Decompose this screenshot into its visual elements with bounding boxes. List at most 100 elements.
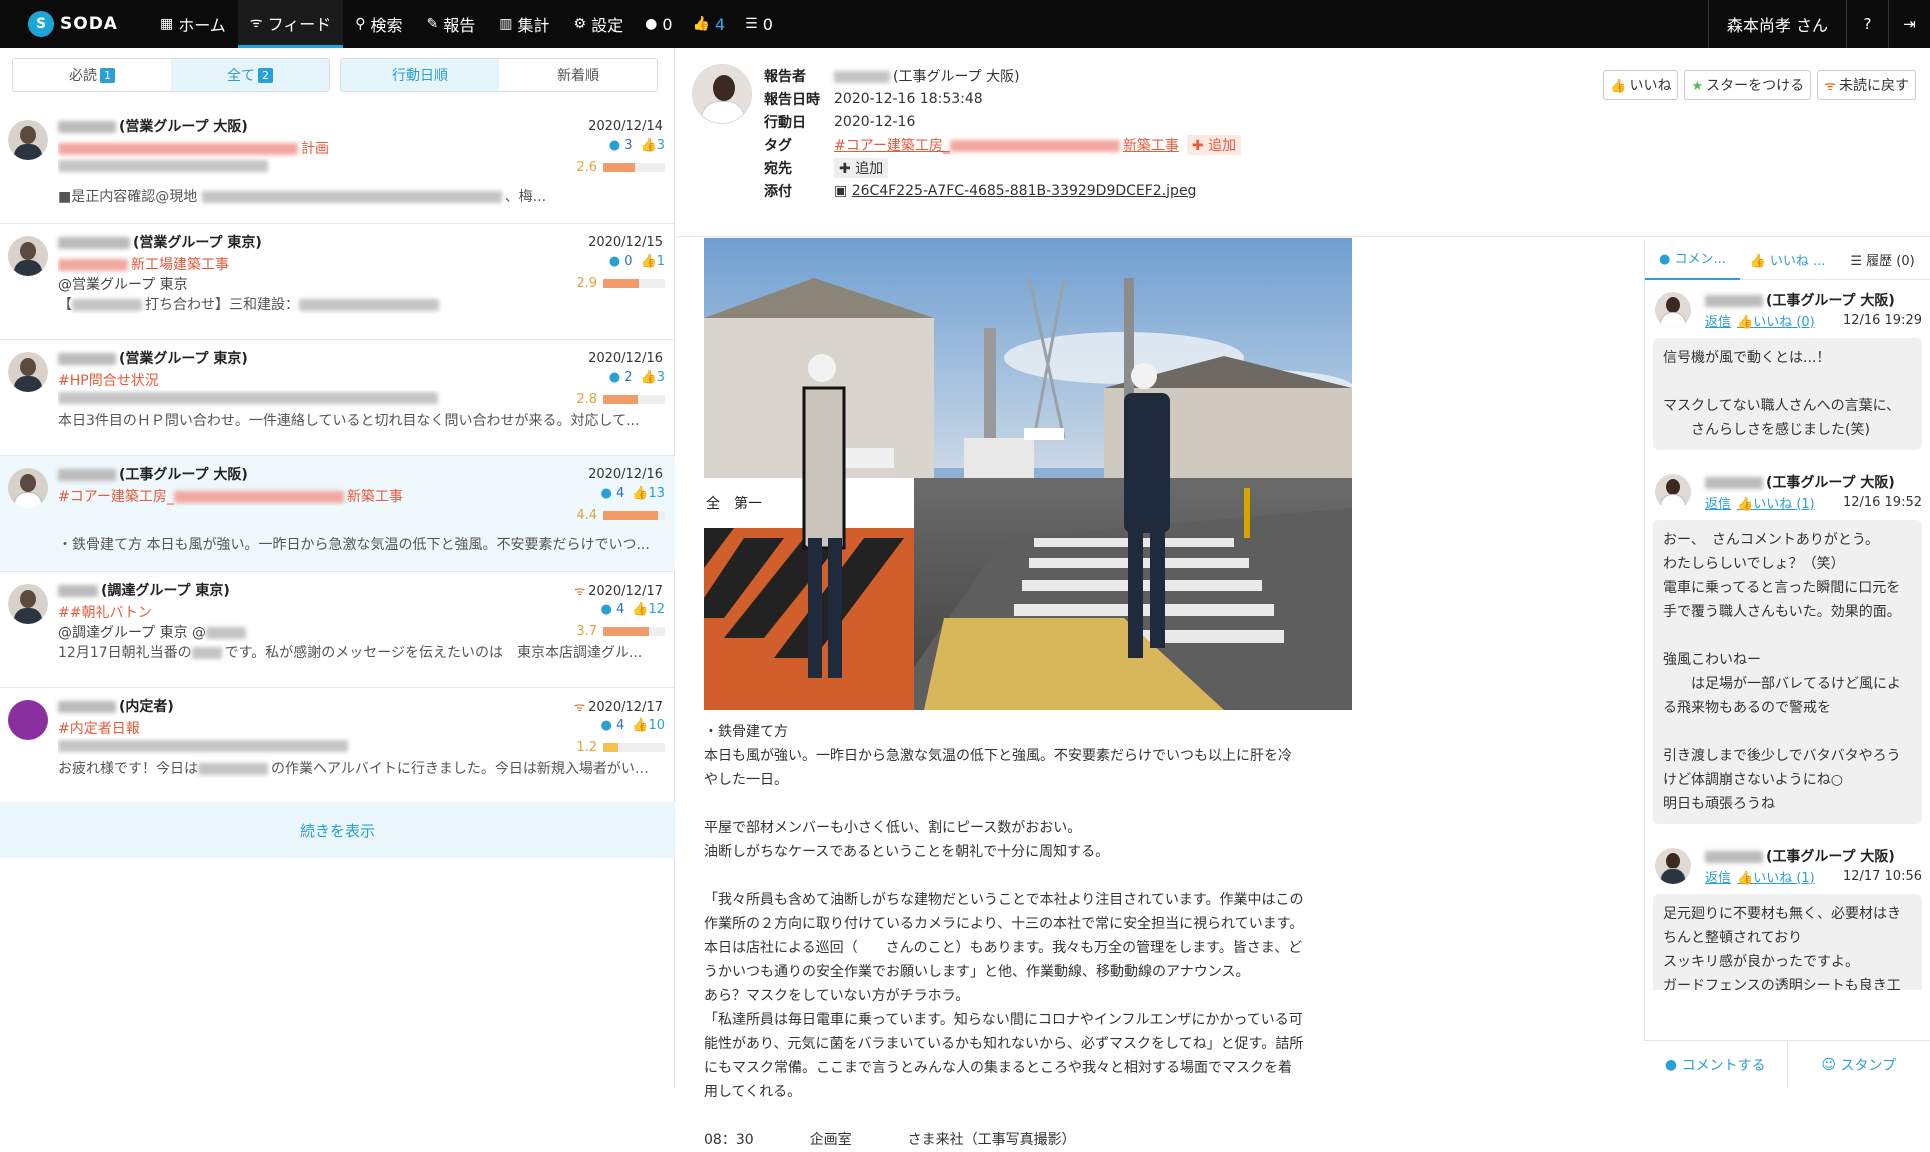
nav-feed[interactable]: ᯤフィード	[238, 0, 343, 48]
feed-item-stats: ● 2👍3	[609, 370, 665, 385]
sort-group: 行動日順 新着順	[340, 58, 658, 92]
tag-link[interactable]: #コアー建築工房_新築工事✚ 追加	[834, 135, 1241, 155]
nav-settings-label: 設定	[591, 12, 623, 36]
feed-item-tag[interactable]: #内定者日報	[58, 718, 663, 738]
star-button[interactable]: ★スターをつける	[1684, 70, 1811, 100]
comment-author: (工事グループ 大阪)	[1705, 472, 1922, 492]
report-photo[interactable]: 全 第一	[704, 238, 1352, 710]
feed-item-tag[interactable]: #HP問合せ状況	[58, 370, 663, 390]
feed-item-recipients	[58, 158, 663, 178]
feed-item-date: ᯤ2020/12/17	[574, 582, 663, 599]
feed-item-stats: ● 3👍3	[609, 138, 665, 153]
read-filter-group: 必読1 全て2	[12, 58, 330, 92]
report-meta: 報告者(工事グループ 大阪) 報告日時2020-12-16 18:53:48 行…	[764, 64, 1241, 202]
user-name[interactable]: 森本尚孝 さん	[1708, 0, 1846, 48]
nav-stats[interactable]: ▥ 集計	[487, 0, 561, 48]
feed-item[interactable]: (営業グループ 東京)2020/12/15 新工場建築工事 ● 0👍1 @営業グ…	[0, 224, 675, 340]
feed-item-selected[interactable]: (工事グループ 大阪)2020/12/16 #コアー建築工房_新築工事 ● 4👍…	[0, 456, 675, 572]
nav-home-label: ホーム	[178, 12, 226, 36]
nav-comments-count[interactable]: ●0	[635, 0, 682, 48]
comment-text: 足元廻りに不要材も無く、必要材はき ちんと整頓されており スッキリ感が良かったで…	[1653, 894, 1922, 990]
load-more-button[interactable]: 続きを表示	[0, 802, 675, 858]
comment-item: (工事グループ 大阪) 返信👍いいね (1)12/17 10:56 足元廻りに不…	[1645, 824, 1930, 990]
feed-item[interactable]: (内定者)ᯤ2020/12/17 #内定者日報 ● 4👍10 1.2 お疲れ様で…	[0, 688, 675, 804]
nav-list-count[interactable]: ☰0	[735, 0, 783, 48]
feed-item[interactable]: (調達グループ 東京)ᯤ2020/12/17 ##朝礼バトン ● 4👍12 @調…	[0, 572, 675, 688]
avatar	[8, 468, 48, 508]
sort-action-date[interactable]: 行動日順	[341, 59, 499, 91]
comments-panel: ● コメン... 👍 いいね ... ☰ 履歴 (0) (工事グループ 大阪) …	[1644, 240, 1930, 1088]
mark-unread-button[interactable]: ᯤ未読に戻す	[1817, 70, 1916, 100]
feed-item[interactable]: (営業グループ 大阪)2020/12/14 計画 ● 3👍3 2.6 ■是正内容…	[0, 108, 675, 224]
like-button[interactable]: 👍いいね	[1603, 70, 1678, 100]
feed-item-stats: ● 0👍1	[609, 254, 665, 269]
feed-item-tag[interactable]: 新工場建築工事	[58, 254, 663, 274]
comment-like-link[interactable]: 👍いいね (1)	[1737, 871, 1815, 886]
avatar	[1655, 848, 1691, 884]
avatar	[1655, 292, 1691, 328]
feed-item-score: 3.7	[576, 624, 665, 639]
feed-item-author: (営業グループ 東京)	[58, 348, 248, 368]
filter-must-read[interactable]: 必読1	[13, 59, 171, 91]
filter-all[interactable]: 全て2	[171, 59, 329, 91]
nav-report[interactable]: ✎報告	[415, 0, 488, 48]
nav-search[interactable]: ⚲検索	[343, 0, 414, 48]
bar-chart-icon: ▥	[499, 16, 512, 32]
nav-likes-count[interactable]: 👍4	[683, 0, 736, 48]
pencil-icon: ✎	[427, 16, 439, 32]
comments-count: 0	[662, 15, 672, 34]
thumbs-up-icon: 👍	[1737, 497, 1753, 512]
nav-stats-label: 集計	[518, 12, 550, 36]
help-icon[interactable]: ?	[1846, 0, 1888, 48]
tab-likes[interactable]: 👍 いいね ...	[1740, 250, 1835, 269]
feed-item-tag[interactable]: #コアー建築工房_新築工事	[58, 486, 663, 506]
sort-newest[interactable]: 新着順	[499, 59, 657, 91]
top-navigation-bar: S SODA ▦ホーム ᯤフィード ⚲検索 ✎報告 ▥集計 ⚙設定 ●0 👍4 …	[0, 0, 1930, 48]
comment-text: おー、 さんコメントありがとう。 わたしらしいでしょ？（笑） 電車に乗ってると言…	[1653, 520, 1922, 824]
add-tag-button[interactable]: ✚ 追加	[1187, 135, 1241, 155]
smile-icon: ☺	[1821, 1057, 1836, 1073]
comment-icon: ●	[1665, 1057, 1677, 1073]
body-line: 「我々所員も含めて油断しがちな建物だということで本社より注目されています。作業中…	[704, 888, 1304, 984]
tab-comments[interactable]: ● コメン...	[1645, 240, 1740, 280]
feed-item-date: 2020/12/16	[588, 351, 663, 366]
app-logo[interactable]: S SODA	[0, 0, 148, 48]
feed-item-summary: 本日3件目のＨＰ問い合わせ。一件連絡していると切れ目なく問い合わせが来る。対応し…	[58, 410, 658, 430]
add-recipient-button[interactable]: ✚ 追加	[834, 158, 888, 178]
attachment-link[interactable]: ▣ 26C4F225-A7FC-4685-881B-33929D9DCEF2.j…	[834, 183, 1196, 199]
report-actions: 👍いいね ★スターをつける ᯤ未読に戻す	[1603, 70, 1916, 100]
comment-text: 信号機が風で動くとは...！ マスクしてない職人さんへの言葉に、 さんらしさを感…	[1653, 338, 1922, 450]
feed-item-tag[interactable]: 計画	[58, 138, 663, 158]
reply-link[interactable]: 返信	[1705, 315, 1731, 330]
body-line: 「私達所員は毎日電車に乗っています。知らない間にコロナやインフルエンザにかかって…	[704, 1008, 1304, 1104]
body-line: 平屋で部材メンバーも小さく低い、割にピース数がおおい。	[704, 816, 1304, 840]
body-line: 本日も風が強い。一昨日から急激な気温の低下と強風。不安要素だらけでいつも以上に肝…	[704, 744, 1304, 792]
nav-settings[interactable]: ⚙設定	[562, 0, 636, 48]
feed-item-tag[interactable]: ##朝礼バトン	[58, 602, 663, 622]
feed-item[interactable]: (営業グループ 東京)2020/12/16 #HP問合せ状況 ● 2👍3 2.8…	[0, 340, 675, 456]
comment-item: (工事グループ 大阪) 返信👍いいね (0)12/16 19:29 信号機が風で…	[1645, 280, 1930, 450]
thumbs-up-icon: 👍	[693, 16, 710, 32]
reply-link[interactable]: 返信	[1705, 871, 1731, 886]
action-date-value: 2020-12-16	[834, 114, 915, 130]
comment-icon: ●	[609, 254, 620, 269]
comment-icon: ●	[1659, 252, 1670, 267]
all-badge: 2	[258, 68, 273, 83]
reply-link[interactable]: 返信	[1705, 497, 1731, 512]
comment-time: 12/17 10:56	[1843, 869, 1922, 884]
tab-history[interactable]: ☰ 履歴 (0)	[1835, 250, 1930, 269]
feed-item-summary: ■是正内容確認@現地 、梅...	[58, 186, 658, 206]
thumbs-up-icon: 👍	[1737, 871, 1753, 886]
logout-icon[interactable]: ⇥	[1888, 0, 1930, 48]
nav-home[interactable]: ▦ホーム	[148, 0, 238, 48]
feed-item-score: 4.4	[576, 508, 665, 523]
stamp-button[interactable]: ☺ スタンプ	[1787, 1041, 1930, 1088]
comment-like-link[interactable]: 👍いいね (0)	[1737, 315, 1815, 330]
thumbs-up-icon: 👍	[1737, 315, 1753, 330]
rss-icon: ᯤ	[574, 584, 585, 598]
feed-item-author: (営業グループ 大阪)	[58, 116, 248, 136]
comment-like-link[interactable]: 👍いいね (1)	[1737, 497, 1815, 512]
list-count: 0	[763, 15, 773, 34]
write-comment-button[interactable]: ● コメントする	[1644, 1041, 1787, 1088]
filter-all-label: 全て	[227, 65, 255, 85]
